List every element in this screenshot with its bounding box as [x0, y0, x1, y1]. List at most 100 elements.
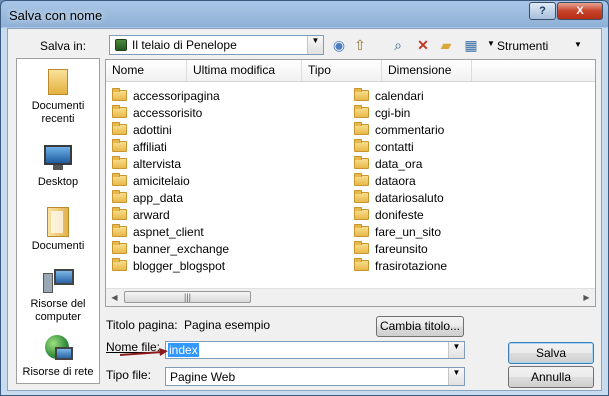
list-item[interactable]: accessorisito — [112, 105, 202, 122]
list-item-label: contatti — [375, 140, 414, 154]
place-computer[interactable]: Risorse del computer — [17, 265, 99, 324]
horizontal-scrollbar[interactable]: ◀ ||| ▶ — [106, 288, 595, 306]
folder-icon — [112, 224, 127, 237]
folder-icon — [354, 224, 369, 237]
column-dimensione[interactable]: Dimensione — [382, 60, 472, 81]
folder-icon — [354, 258, 369, 271]
strumenti-chevron-icon[interactable]: ▼ — [487, 39, 495, 48]
location-dropdown[interactable]: Il telaio di Penelope ▼ — [109, 35, 324, 55]
folder-icon — [354, 173, 369, 186]
column-nome[interactable]: Nome — [106, 60, 187, 81]
network-icon — [41, 333, 75, 363]
place-recent-documents[interactable]: Documenti recenti — [17, 67, 99, 126]
desktop-icon — [41, 143, 75, 173]
list-item[interactable]: altervista — [112, 156, 181, 173]
column-headers: Nome Ultima modifica Tipo Dimensione — [106, 60, 595, 82]
strumenti-menu-chevron-icon[interactable]: ▼ — [574, 40, 582, 49]
folder-icon — [112, 156, 127, 169]
chevron-down-icon[interactable]: ▼ — [307, 36, 323, 54]
list-item-label: accessoripagina — [133, 89, 220, 103]
nome-file-input[interactable]: index — [168, 343, 199, 357]
place-network[interactable]: Risorse di rete — [17, 333, 99, 379]
scroll-right-icon[interactable]: ▶ — [578, 289, 595, 306]
list-item[interactable]: banner_exchange — [112, 241, 229, 258]
list-item[interactable]: calendari — [354, 88, 424, 105]
list-item-label: adottini — [133, 123, 172, 137]
column-tipo[interactable]: Tipo — [302, 60, 382, 81]
list-item-label: frasirotazione — [375, 259, 448, 273]
list-item[interactable]: fare_un_sito — [354, 224, 441, 241]
tipo-file-label: Tipo file: — [106, 368, 151, 382]
list-item-label: banner_exchange — [133, 242, 230, 256]
search-web-icon[interactable]: ⌕ — [389, 36, 407, 54]
list-item-label: cgi-bin — [375, 106, 411, 120]
folder-icon — [112, 207, 127, 220]
list-item-label: donifeste — [375, 208, 424, 222]
dialog-body: Salva in: Il telaio di Penelope ▼ ◉ ⇧ ⌕ … — [7, 28, 602, 391]
folder-icon — [354, 139, 369, 152]
folder-icon — [112, 258, 127, 271]
list-item[interactable]: adottini — [112, 122, 172, 139]
place-desktop[interactable]: Desktop — [17, 143, 99, 189]
list-item-label: app_data — [133, 191, 184, 205]
list-item[interactable]: frasirotazione — [354, 258, 447, 275]
list-item[interactable]: blogger_blogspot — [112, 258, 225, 275]
new-folder-icon[interactable]: ▰ — [437, 36, 455, 54]
list-item[interactable]: fareunsito — [354, 241, 428, 258]
folder-icon — [112, 139, 127, 152]
folder-up-icon[interactable]: ⇧ — [351, 36, 369, 54]
annotation-arrow-icon — [119, 348, 168, 356]
list-item[interactable]: commentario — [354, 122, 444, 139]
list-item[interactable]: aspnet_client — [112, 224, 204, 241]
tipo-file-value: Pagine Web — [170, 370, 236, 384]
tipo-file-chevron-icon[interactable]: ▼ — [448, 368, 464, 385]
folder-icon — [354, 241, 369, 254]
list-item-label: fareunsito — [375, 242, 428, 256]
scroll-thumb[interactable]: ||| — [124, 291, 251, 303]
list-item[interactable]: dataora — [354, 173, 416, 190]
list-item-label: datariosaluto — [375, 191, 444, 205]
list-item-label: data_ora — [375, 157, 423, 171]
window-title: Salva con nome — [9, 8, 103, 23]
place-documents[interactable]: Documenti — [17, 207, 99, 253]
list-item-label: arward — [133, 208, 170, 222]
tipo-file-dropdown[interactable]: Pagine Web ▼ — [165, 367, 465, 386]
file-list[interactable]: Nome Ultima modifica Tipo Dimensione acc… — [105, 59, 596, 307]
close-button[interactable]: X — [557, 2, 603, 20]
list-item[interactable]: app_data — [112, 190, 183, 207]
annulla-button[interactable]: Annulla — [508, 366, 594, 388]
list-item[interactable]: cgi-bin — [354, 105, 410, 122]
back-icon[interactable]: ◉ — [330, 36, 348, 54]
views-icon[interactable]: ▦ — [462, 36, 480, 54]
title-bar[interactable]: Salva con nome ? X — [1, 1, 608, 28]
list-item[interactable]: amicitelaio — [112, 173, 190, 190]
list-item[interactable]: affiliati — [112, 139, 167, 156]
list-item[interactable]: data_ora — [354, 156, 422, 173]
list-item-label: calendari — [375, 89, 424, 103]
folder-icon — [354, 122, 369, 135]
documents-icon — [41, 207, 75, 237]
list-item-label: accessorisito — [133, 106, 203, 120]
folder-icon — [354, 105, 369, 118]
list-item-label: dataora — [375, 174, 416, 188]
cambia-titolo-button[interactable]: Cambia titolo... — [376, 316, 464, 337]
list-item[interactable]: arward — [112, 207, 170, 224]
nome-file-chevron-icon[interactable]: ▼ — [448, 342, 464, 358]
list-item-label: commentario — [375, 123, 445, 137]
folder-icon — [112, 122, 127, 135]
list-item[interactable]: accessoripagina — [112, 88, 220, 105]
help-button[interactable]: ? — [529, 2, 556, 20]
nome-file-field[interactable]: index ▼ — [165, 341, 465, 359]
titolo-pagina-label: Titolo pagina: — [106, 318, 178, 332]
list-item-label: amicitelaio — [133, 174, 190, 188]
list-item[interactable]: datariosaluto — [354, 190, 444, 207]
folder-icon — [354, 88, 369, 101]
delete-icon[interactable]: ✕ — [414, 36, 432, 54]
list-item[interactable]: contatti — [354, 139, 414, 156]
list-item-label: altervista — [133, 157, 182, 171]
column-ultima-modifica[interactable]: Ultima modifica — [187, 60, 302, 81]
scroll-left-icon[interactable]: ◀ — [106, 289, 123, 306]
strumenti-menu[interactable]: Strumenti — [497, 39, 548, 53]
list-item[interactable]: donifeste — [354, 207, 424, 224]
salva-button[interactable]: Salva — [508, 342, 594, 364]
